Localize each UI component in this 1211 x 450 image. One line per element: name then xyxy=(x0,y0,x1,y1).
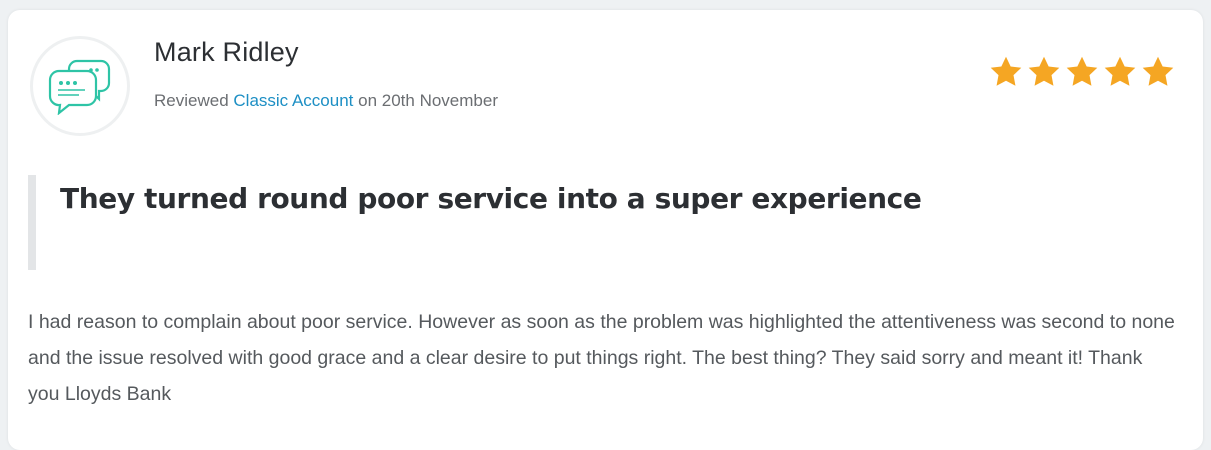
reviewer-avatar xyxy=(30,36,130,136)
review-title: They turned round poor service into a su… xyxy=(60,182,922,215)
review-body: I had reason to complain about poor serv… xyxy=(28,311,1175,405)
review-card: Mark Ridley Reviewed Classic Account on … xyxy=(8,10,1203,450)
product-link[interactable]: Classic Account xyxy=(233,91,353,110)
reviewer-name: Mark Ridley xyxy=(154,37,299,67)
star-icon xyxy=(1140,54,1176,90)
reviewed-label: Reviewed xyxy=(154,91,229,110)
star-icon xyxy=(1064,54,1100,90)
review-meta: Reviewed Classic Account on 20th Novembe… xyxy=(154,91,498,111)
star-rating xyxy=(988,54,1176,90)
chat-bubbles-icon xyxy=(48,59,111,115)
review-date: on 20th November xyxy=(358,91,498,110)
star-icon xyxy=(1026,54,1062,90)
quote-bar xyxy=(28,175,36,270)
star-icon xyxy=(988,54,1024,90)
star-icon xyxy=(1102,54,1138,90)
